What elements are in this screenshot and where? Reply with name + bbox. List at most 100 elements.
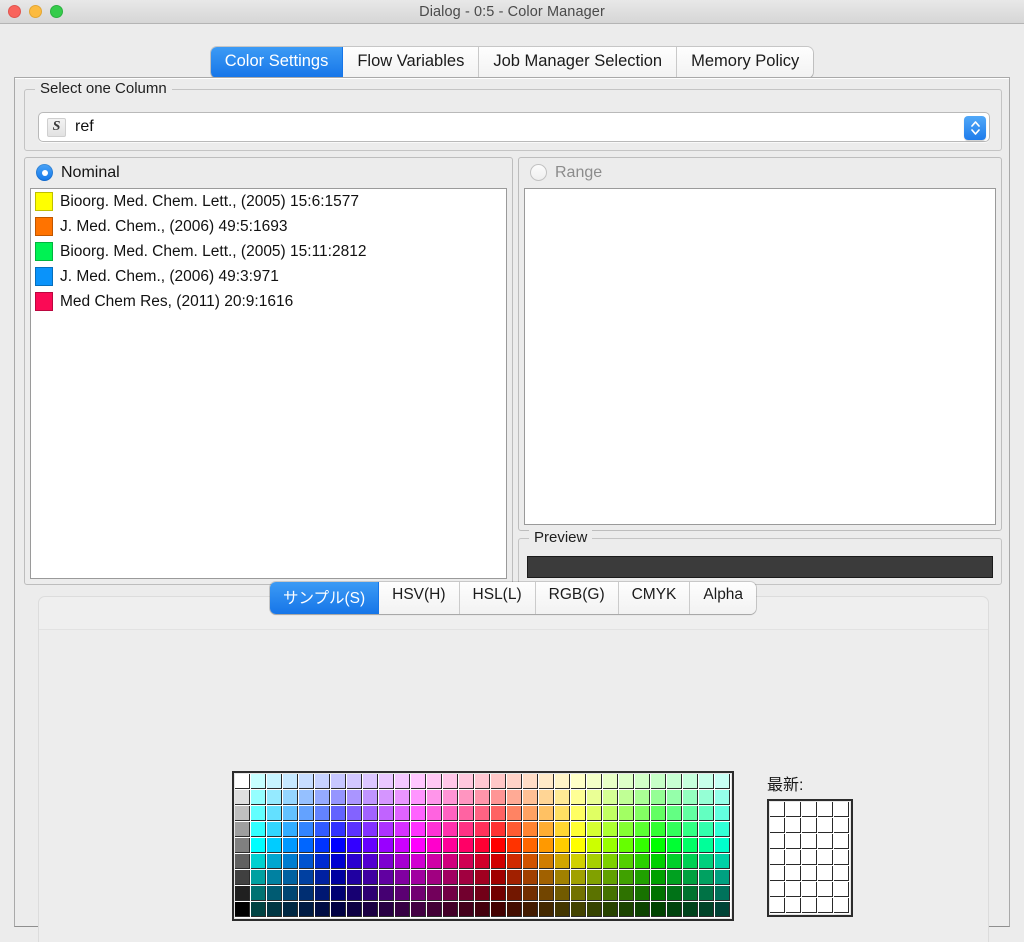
color-swatch[interactable]	[635, 870, 651, 886]
color-swatch[interactable]	[651, 774, 667, 790]
color-swatch[interactable]	[443, 902, 459, 918]
color-swatch[interactable]	[571, 838, 587, 854]
color-swatch[interactable]	[715, 886, 731, 902]
color-swatch[interactable]	[523, 854, 539, 870]
color-swatch[interactable]	[427, 854, 443, 870]
color-swatch[interactable]	[667, 838, 683, 854]
color-swatch[interactable]	[683, 806, 699, 822]
color-swatch[interactable]	[683, 886, 699, 902]
color-swatch[interactable]	[395, 902, 411, 918]
color-swatch[interactable]	[571, 806, 587, 822]
recent-color-swatch[interactable]	[834, 882, 850, 898]
color-swatch[interactable]	[459, 838, 475, 854]
color-swatch[interactable]	[395, 838, 411, 854]
color-swatch[interactable]	[635, 838, 651, 854]
color-swatch[interactable]	[587, 774, 603, 790]
color-swatch[interactable]	[379, 886, 395, 902]
color-swatch[interactable]	[555, 806, 571, 822]
color-swatch[interactable]	[427, 902, 443, 918]
color-swatch[interactable]	[395, 790, 411, 806]
color-swatch[interactable]	[651, 822, 667, 838]
color-swatch[interactable]	[363, 790, 379, 806]
color-swatch[interactable]	[251, 886, 267, 902]
color-swatch[interactable]	[555, 838, 571, 854]
dialog-tab-job-manager-selection[interactable]: Job Manager Selection	[479, 47, 678, 78]
color-swatch[interactable]	[539, 902, 555, 918]
color-swatch[interactable]	[683, 822, 699, 838]
color-swatch[interactable]	[667, 790, 683, 806]
nominal-radio-icon[interactable]	[36, 164, 53, 181]
color-swatch[interactable]	[235, 806, 251, 822]
color-tab-3[interactable]: RGB(G)	[535, 582, 619, 614]
color-swatch[interactable]	[475, 870, 491, 886]
color-swatch[interactable]	[555, 902, 571, 918]
color-swatch[interactable]	[507, 806, 523, 822]
color-swatch[interactable]	[283, 822, 299, 838]
color-swatch[interactable]	[555, 854, 571, 870]
recent-color-swatch[interactable]	[786, 834, 802, 850]
color-swatch[interactable]	[347, 806, 363, 822]
color-swatch[interactable]	[603, 902, 619, 918]
color-swatch[interactable]	[571, 854, 587, 870]
color-swatch[interactable]	[251, 854, 267, 870]
color-tab-0[interactable]: サンプル(S)	[269, 582, 380, 614]
recent-color-swatch[interactable]	[802, 898, 818, 914]
color-swatch[interactable]	[459, 870, 475, 886]
color-swatch[interactable]	[555, 886, 571, 902]
recent-color-swatch[interactable]	[834, 866, 850, 882]
color-swatch[interactable]	[699, 838, 715, 854]
color-swatch[interactable]	[427, 790, 443, 806]
recent-color-swatch[interactable]	[802, 866, 818, 882]
color-swatch[interactable]	[699, 806, 715, 822]
color-swatch[interactable]	[587, 838, 603, 854]
color-swatch[interactable]	[523, 774, 539, 790]
color-swatch[interactable]	[635, 774, 651, 790]
color-swatch[interactable]	[491, 886, 507, 902]
color-swatch[interactable]	[571, 886, 587, 902]
color-swatch[interactable]	[667, 870, 683, 886]
color-swatch[interactable]	[507, 838, 523, 854]
color-tab-4[interactable]: CMYK	[618, 582, 691, 614]
color-swatch[interactable]	[587, 886, 603, 902]
dialog-tab-memory-policy[interactable]: Memory Policy	[677, 47, 814, 78]
color-swatch[interactable]	[331, 902, 347, 918]
color-swatch[interactable]	[235, 774, 251, 790]
color-swatch[interactable]	[427, 886, 443, 902]
color-swatch[interactable]	[555, 790, 571, 806]
color-swatch[interactable]	[427, 774, 443, 790]
color-tab-5[interactable]: Alpha	[690, 582, 757, 614]
color-swatch[interactable]	[667, 774, 683, 790]
color-tab-2[interactable]: HSL(L)	[459, 582, 536, 614]
color-swatch[interactable]	[523, 806, 539, 822]
color-swatch[interactable]	[459, 806, 475, 822]
color-swatch[interactable]	[411, 774, 427, 790]
color-swatch[interactable]	[347, 774, 363, 790]
swatch-grid[interactable]	[235, 774, 731, 918]
color-swatch[interactable]	[539, 774, 555, 790]
color-swatch[interactable]	[299, 902, 315, 918]
color-swatch[interactable]	[651, 806, 667, 822]
color-swatch[interactable]	[299, 774, 315, 790]
color-swatch[interactable]	[523, 886, 539, 902]
color-swatch[interactable]	[475, 854, 491, 870]
color-swatch[interactable]	[379, 854, 395, 870]
color-swatch[interactable]	[395, 854, 411, 870]
recent-color-swatch[interactable]	[770, 866, 786, 882]
color-swatch[interactable]	[699, 822, 715, 838]
color-swatch[interactable]	[363, 806, 379, 822]
color-swatch[interactable]	[251, 838, 267, 854]
color-swatch[interactable]	[715, 822, 731, 838]
nominal-color-swatch[interactable]	[35, 267, 53, 286]
color-swatch[interactable]	[651, 902, 667, 918]
color-swatch[interactable]	[667, 822, 683, 838]
color-swatch[interactable]	[619, 902, 635, 918]
color-swatch[interactable]	[459, 886, 475, 902]
color-swatch[interactable]	[395, 886, 411, 902]
color-swatch[interactable]	[571, 902, 587, 918]
color-swatch[interactable]	[603, 822, 619, 838]
color-swatch[interactable]	[523, 902, 539, 918]
nominal-list-item[interactable]: J. Med. Chem., (2006) 49:5:1693	[31, 214, 506, 239]
color-swatch[interactable]	[619, 774, 635, 790]
color-swatch[interactable]	[315, 854, 331, 870]
nominal-color-swatch[interactable]	[35, 242, 53, 261]
